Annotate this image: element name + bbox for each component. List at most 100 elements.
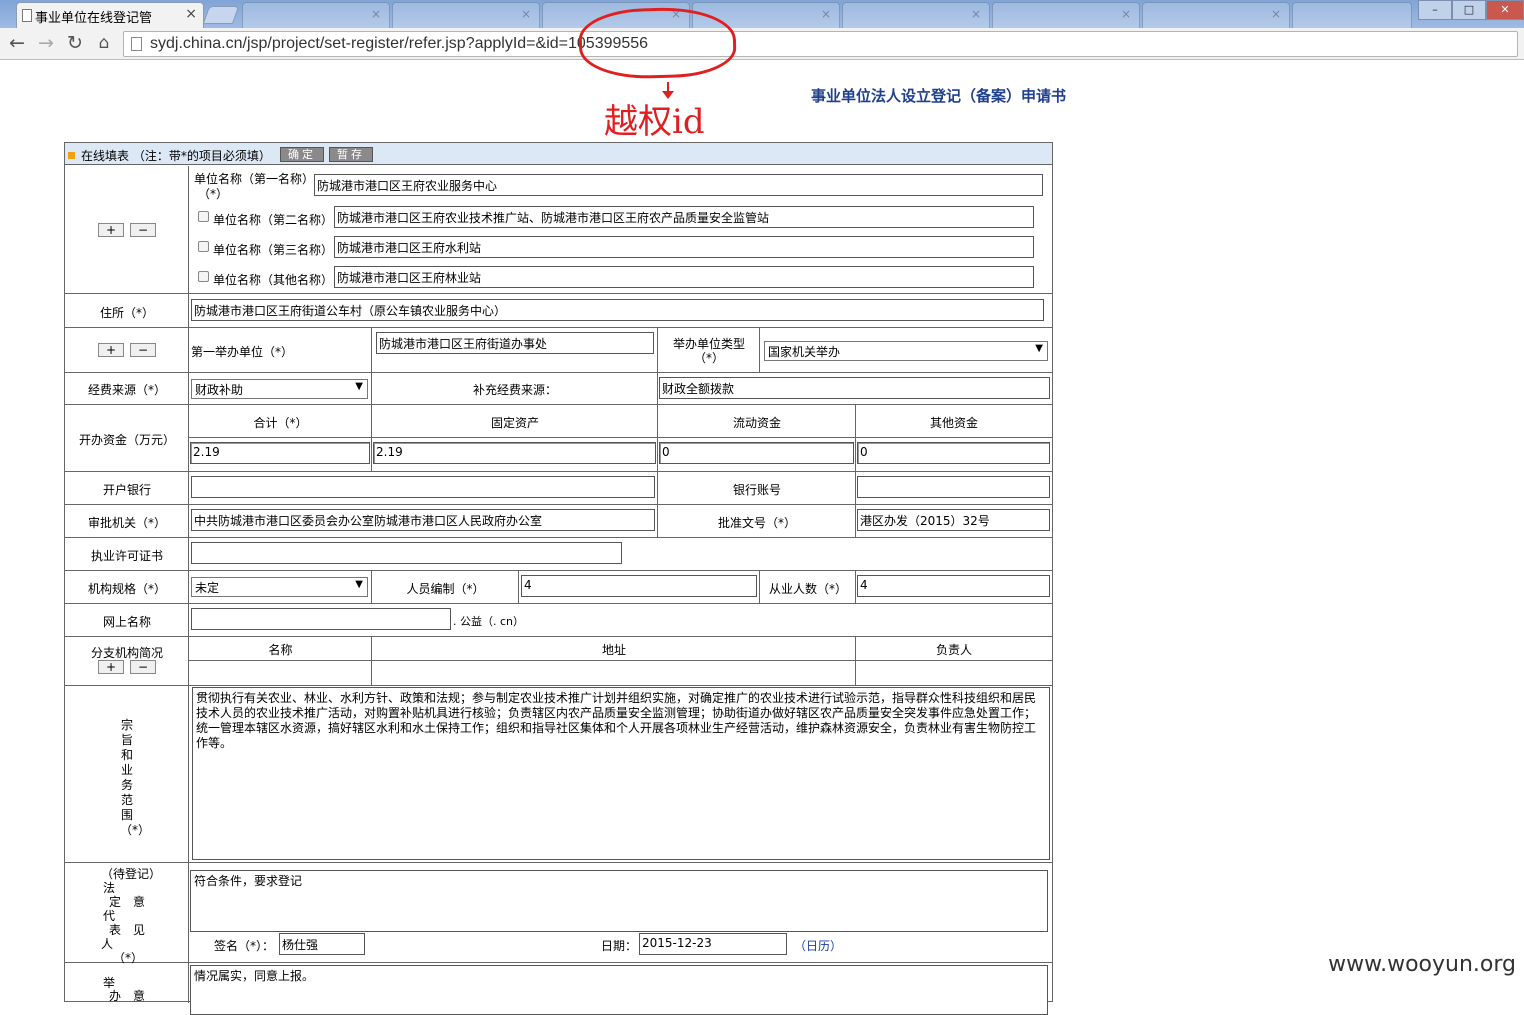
capital-total-input[interactable]: 2.19 <box>190 442 370 464</box>
approval-label: 审批机关（*） <box>87 516 166 530</box>
approval-doc-input[interactable]: 港区办发（2015）32号 <box>857 509 1050 531</box>
spec-label-cell: 机构规格（*） <box>65 571 189 603</box>
workers-label-cell: 从业人数（*） <box>760 571 856 603</box>
sponsor-opinion-char-3: 意 <box>133 989 146 1003</box>
remove-branch-button[interactable]: − <box>130 660 156 674</box>
account-label: 银行账号 <box>732 483 781 497</box>
capital-fixed-input[interactable]: 2.19 <box>373 442 656 464</box>
sign-input[interactable]: 杨仕强 <box>279 933 365 955</box>
staff-label-cell: 人员编制（*） <box>372 571 519 603</box>
capital-other-input[interactable]: 0 <box>857 442 1050 464</box>
application-form: 在线填表 （注：带*的项目必须填） 确定 暂存 + − 单位名称（第一名称） （… <box>64 142 1053 1015</box>
license-input[interactable] <box>191 542 622 564</box>
bank-field-cell <box>189 472 658 504</box>
row-legal-rep: （待登记） 法 定 意 代 表 见 人 （*） 符合条件，要求登记 签名（*）：… <box>65 863 1052 965</box>
tab-active[interactable]: 事业单位在线登记管 × <box>16 2 204 28</box>
staff-label: 人员编制（*） <box>406 582 485 596</box>
sign-label: 签名（*）： <box>214 939 275 953</box>
tab-background[interactable]: × <box>842 2 990 28</box>
account-input[interactable] <box>857 476 1050 498</box>
second-name-label: 单位名称（第二名称） <box>213 213 334 227</box>
web-name-input[interactable] <box>191 608 451 630</box>
tab-close-icon[interactable]: × <box>521 7 531 21</box>
sponsor-input[interactable]: 防城港市港口区王府街道办事处 <box>376 332 654 354</box>
window-close-icon[interactable]: ✕ <box>1486 0 1524 20</box>
purpose-label: 宗旨和业务范围（*） <box>120 718 151 837</box>
spec-select[interactable]: 未定 ▼ <box>191 577 368 597</box>
address-input[interactable]: 防城港市港口区王府街道公车村（原公车镇农业服务中心） <box>191 299 1044 321</box>
funding-extra-field-cell: 财政全额拨款 <box>658 373 1052 404</box>
sponsor-opinion-label-cell: 举 办 意 <box>65 963 189 1003</box>
other-name-input[interactable]: 防城港市港口区王府林业站 <box>334 266 1034 288</box>
branch-addr-col: 地址 <box>372 637 856 685</box>
funding-extra-input[interactable]: 财政全额拨款 <box>659 377 1050 399</box>
add-name-button[interactable]: + <box>98 223 124 237</box>
home-icon[interactable]: ⌂ <box>92 32 116 56</box>
tab-background[interactable]: × <box>392 2 540 28</box>
capital-label-cell: 开办资金（万元） <box>65 405 189 471</box>
second-name-input[interactable]: 防城港市港口区王府农业技术推广站、防城港市港口区王府农产品质量安全监管站 <box>334 206 1034 228</box>
third-name-input[interactable]: 防城港市港口区王府水利站 <box>334 236 1034 258</box>
bank-input[interactable] <box>191 476 655 498</box>
back-icon[interactable]: ← <box>5 32 29 56</box>
confirm-button[interactable]: 确定 <box>280 147 324 162</box>
first-name-input[interactable]: 防城港市港口区王府农业服务中心 <box>314 174 1043 196</box>
third-name-checkbox[interactable] <box>198 241 209 252</box>
tab-close-icon[interactable]: × <box>371 7 381 21</box>
remove-name-button[interactable]: − <box>130 223 156 237</box>
tab-background[interactable] <box>1292 2 1412 28</box>
sponsor-type-select[interactable]: 国家机关举办 ▼ <box>764 341 1048 361</box>
save-draft-button[interactable]: 暂存 <box>329 147 373 162</box>
date-input[interactable]: 2015-12-23 <box>639 933 787 955</box>
annotation-label: 越权id <box>604 102 705 142</box>
watermark: www.wooyun.org <box>1328 952 1516 977</box>
legal-rep-opinion-textarea[interactable]: 符合条件，要求登记 <box>190 870 1048 932</box>
calendar-link[interactable]: （日历） <box>794 937 842 954</box>
sponsor-opinion-textarea[interactable]: 情况属实，同意上报。 <box>190 965 1048 1015</box>
tab-background[interactable]: × <box>1142 2 1290 28</box>
branches-label-cell: 分支机构简况 + − <box>65 637 189 685</box>
remove-sponsor-button[interactable]: − <box>130 343 156 357</box>
purpose-field-cell: 贯彻执行有关农业、林业、水利方针、政策和法规；参与制定农业技术推广计划并组织实施… <box>189 686 1052 862</box>
tab-close-icon[interactable]: × <box>971 7 981 21</box>
add-branch-button[interactable]: + <box>98 660 124 674</box>
sponsor-type-required: （*） <box>693 351 724 365</box>
workers-label: 从业人数（*） <box>768 582 847 596</box>
spec-field-cell: 未定 ▼ <box>189 571 372 603</box>
new-tab-button[interactable] <box>202 6 240 24</box>
sponsor-label-cell: 第一举办单位（*） <box>189 328 372 372</box>
reload-icon[interactable]: ↻ <box>63 32 87 56</box>
forward-icon[interactable]: → <box>34 32 58 56</box>
staff-input[interactable]: 4 <box>521 575 757 597</box>
second-name-checkbox[interactable] <box>198 211 209 222</box>
row-approval: 审批机关（*） 中共防城港市港口区委员会办公室防城港市港口区人民政府办公室 批准… <box>65 505 1052 538</box>
other-name-checkbox[interactable] <box>198 271 209 282</box>
funding-select[interactable]: 财政补助 ▼ <box>191 379 368 399</box>
license-label: 执业许可证书 <box>90 549 163 563</box>
capital-liquid-cell: 流动资金 0 <box>658 405 856 471</box>
purpose-textarea[interactable]: 贯彻执行有关农业、林业、水利方针、政策和法规；参与制定农业技术推广计划并组织实施… <box>192 687 1050 860</box>
tab-close-icon[interactable]: × <box>1121 7 1131 21</box>
maximize-icon[interactable]: □ <box>1452 0 1486 20</box>
tab-background[interactable]: × <box>992 2 1140 28</box>
add-sponsor-button[interactable]: + <box>98 343 124 357</box>
first-name-required: （*） <box>198 187 229 201</box>
minimize-icon[interactable]: – <box>1418 0 1452 20</box>
tab-close-icon[interactable]: × <box>1271 7 1281 21</box>
third-name-label: 单位名称（第三名称） <box>213 243 334 257</box>
license-field-cell <box>189 538 1052 570</box>
names-fields-cell: 单位名称（第一名称） （*） 防城港市港口区王府农业服务中心 单位名称（第二名称… <box>189 166 1052 293</box>
approval-input[interactable]: 中共防城港市港口区委员会办公室防城港市港口区人民政府办公室 <box>191 509 655 531</box>
tab-close-icon[interactable]: × <box>821 7 831 21</box>
browser-toolbar: ← → ↻ ⌂ sydj.china.cn/jsp/project/set-re… <box>0 28 1524 60</box>
tab-close-icon[interactable]: × <box>185 6 197 22</box>
row-spec: 机构规格（*） 未定 ▼ 人员编制（*） 4 从业人数（*） 4 <box>65 571 1052 604</box>
workers-input[interactable]: 4 <box>857 575 1050 597</box>
address-bar[interactable]: sydj.china.cn/jsp/project/set-register/r… <box>123 31 1518 57</box>
tab-background[interactable]: × <box>242 2 390 28</box>
sponsor-type-value: 国家机关举办 <box>768 345 841 359</box>
sponsor-type-label-cell: 举办单位类型 （*） <box>658 328 760 372</box>
capital-liquid-input[interactable]: 0 <box>659 442 854 464</box>
capital-total-label: 合计（*） <box>253 416 308 430</box>
address-label: 住所（*） <box>99 306 154 320</box>
